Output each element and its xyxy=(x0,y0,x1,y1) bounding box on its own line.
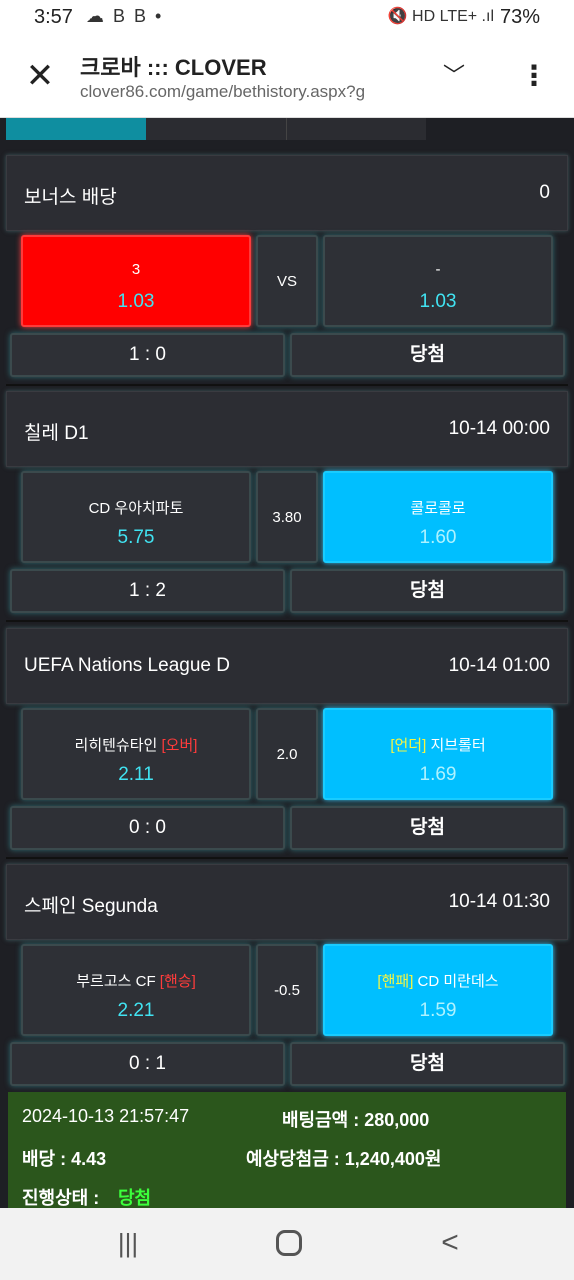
recent-apps-icon[interactable]: ||| xyxy=(114,1230,142,1256)
handicap-value: 2.0 xyxy=(276,746,298,763)
away-team: - xyxy=(435,261,441,278)
away-team: [핸패] CD 미란데스 xyxy=(377,973,499,990)
bet-datetime: 2024-10-13 21:57:47 xyxy=(22,1106,190,1126)
home-odd-button[interactable]: CD 우아치파토 5.75 xyxy=(21,471,251,563)
away-team: 콜로콜로 xyxy=(410,500,466,517)
game-header: 스페인 Segunda 10-14 01:30 xyxy=(6,864,568,940)
home-odd-button[interactable]: 3 1.03 xyxy=(21,235,251,327)
game-score: 0 : 0 xyxy=(10,806,285,850)
bet-summary: 2024-10-13 21:57:47 배팅금액 : 280,000 배당 : … xyxy=(8,1092,566,1210)
back-icon[interactable]: < xyxy=(436,1226,464,1260)
url-bar[interactable]: clover86.com/game/bethistory.aspx?g xyxy=(80,82,410,102)
draw-odd-button[interactable]: VS xyxy=(256,235,318,327)
draw-value: 3.80 xyxy=(272,509,302,526)
draw-value: VS xyxy=(276,273,297,290)
divider xyxy=(6,384,568,386)
league-name: 칠레 D1 xyxy=(24,423,89,444)
away-odd-button[interactable]: - 1.03 xyxy=(323,235,553,327)
divider xyxy=(6,857,568,859)
game-time: 10-14 00:00 xyxy=(448,418,550,439)
notification-icons: ☁ B B • xyxy=(86,6,164,26)
home-odd-button[interactable]: 리히텐슈타인 [오버] 2.11 xyxy=(21,708,251,800)
home-odd: 5.75 xyxy=(117,527,155,548)
game-result: 당첨 xyxy=(290,333,565,377)
away-odd-button[interactable]: [핸패] CD 미란데스 1.59 xyxy=(323,944,553,1036)
signal-icons: 🔇 HD LTE+ .ıl xyxy=(387,8,494,25)
game-score: 1 : 0 xyxy=(10,333,285,377)
game-score: 0 : 1 xyxy=(10,1042,285,1086)
game-result: 당첨 xyxy=(290,569,565,613)
game-result: 당첨 xyxy=(290,1042,565,1086)
home-odd: 2.21 xyxy=(117,1000,155,1021)
game-header: 보너스 배당 0 xyxy=(6,155,568,231)
away-odd: 1.03 xyxy=(419,291,457,312)
home-team: 3 xyxy=(131,261,141,278)
game-header: UEFA Nations League D 10-14 01:00 xyxy=(6,628,568,704)
more-vert-icon[interactable]: ⋮ xyxy=(516,58,552,94)
home-team: 리히텐슈타인 [오버] xyxy=(74,737,198,754)
progress-status-label: 진행상태 : xyxy=(22,1188,100,1208)
divider xyxy=(6,620,568,622)
battery-percent: 73% xyxy=(499,6,540,28)
chevron-down-icon[interactable]: ﹀ xyxy=(436,58,472,94)
home-team: CD 우아치파토 xyxy=(88,500,184,517)
league-name: UEFA Nations League D xyxy=(24,655,230,676)
game-time: 10-14 01:30 xyxy=(448,891,550,912)
tab-active[interactable] xyxy=(6,118,146,140)
tab-3[interactable] xyxy=(286,118,426,140)
game-result: 당첨 xyxy=(290,806,565,850)
home-odd-button[interactable]: 부르고스 CF [핸승] 2.21 xyxy=(21,944,251,1036)
game-score: 1 : 2 xyxy=(10,569,285,613)
home-odd: 2.11 xyxy=(118,764,154,785)
handicap-value-box[interactable]: -0.5 xyxy=(256,944,318,1036)
away-odd-button[interactable]: [언더] 지브롤터 1.69 xyxy=(323,708,553,800)
home-team: 부르고스 CF [핸승] xyxy=(76,973,196,990)
page-title: 크로바 ::: CLOVER xyxy=(80,55,267,80)
total-odds: 배당 : 4.43 xyxy=(22,1149,107,1169)
bet-amount: 배팅금액 : 280,000 xyxy=(282,1110,430,1130)
expected-winnings: 예상당첨금 : 1,240,400원 xyxy=(246,1149,442,1169)
tab-2[interactable] xyxy=(146,118,286,140)
progress-status-value: 당첨 xyxy=(118,1188,152,1208)
league-name: 스페인 Segunda xyxy=(24,896,158,917)
away-odd: 1.59 xyxy=(419,1000,457,1021)
handicap-value-box[interactable]: 2.0 xyxy=(256,708,318,800)
handicap-value: -0.5 xyxy=(274,982,300,999)
game-header: 칠레 D1 10-14 00:00 xyxy=(6,391,568,467)
status-time: 3:57 xyxy=(34,6,73,28)
tab-strip xyxy=(0,118,574,140)
game-time: 10-14 01:00 xyxy=(448,655,550,676)
game-time: 0 xyxy=(539,182,550,203)
home-icon[interactable] xyxy=(276,1230,302,1256)
system-nav-bar: ||| < xyxy=(0,1208,574,1280)
status-bar: 3:57 ☁ B B • 🔇 HD LTE+ .ıl 73% xyxy=(0,0,574,32)
close-icon[interactable]: ✕ xyxy=(22,58,58,94)
away-odd: 1.69 xyxy=(419,764,457,785)
browser-header: ✕ 크로바 ::: CLOVER clover86.com/game/bethi… xyxy=(0,32,574,118)
away-odd-button[interactable]: 콜로콜로 1.60 xyxy=(323,471,553,563)
home-odd: 1.03 xyxy=(117,291,155,312)
away-team: [언더] 지브롤터 xyxy=(390,737,486,754)
draw-odd-button[interactable]: 3.80 xyxy=(256,471,318,563)
league-name: 보너스 배당 xyxy=(24,187,117,208)
away-odd: 1.60 xyxy=(419,527,457,548)
